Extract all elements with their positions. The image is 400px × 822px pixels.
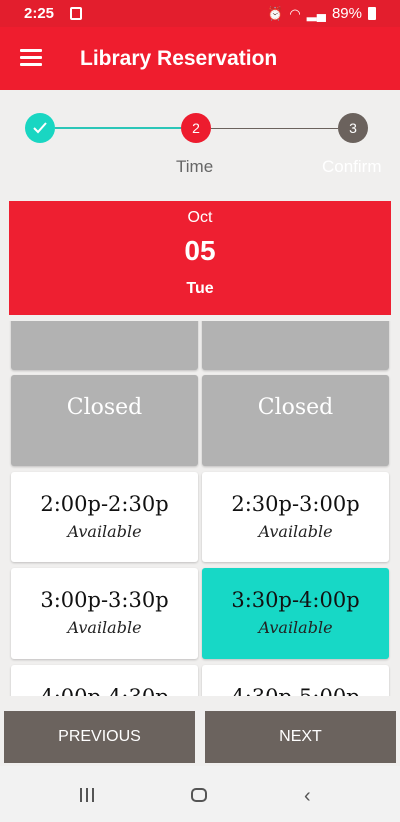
time-slot[interactable] [202, 321, 389, 370]
slot-status: Available [258, 522, 333, 541]
app-bar: Library Reservation [0, 27, 400, 90]
step-connector-1 [55, 127, 181, 129]
date-weekday: Tue [186, 280, 214, 297]
date-day: 05 [184, 235, 216, 266]
time-slot-available[interactable]: 2:00p-2:30p Available [11, 472, 198, 562]
step-3-pending[interactable]: 3 [338, 113, 368, 143]
time-slot-closed[interactable]: Closed [202, 375, 389, 466]
checkmark-icon [33, 122, 47, 134]
slot-time: 2:00p-2:30p [40, 492, 169, 516]
slot-status: Available [258, 618, 333, 637]
step-1-complete[interactable] [25, 113, 55, 143]
time-slot-available[interactable]: 4:00p-4:30p [11, 665, 198, 696]
slot-status: Available [67, 522, 142, 541]
previous-button[interactable]: PREVIOUS [4, 711, 195, 763]
time-slot-available[interactable]: 4:30p-5:00p [202, 665, 389, 696]
step-2-active[interactable]: 2 [181, 113, 211, 143]
slot-time: 4:30p-5:00p [202, 685, 389, 696]
date-header: Oct 05 Tue [9, 201, 391, 315]
time-slot[interactable] [11, 321, 198, 370]
system-navigation-bar: ‹ [0, 766, 400, 822]
hamburger-menu-icon[interactable] [20, 49, 42, 67]
time-slot-grid: Closed Closed 2:00p-2:30p Available 2:30… [0, 321, 400, 696]
recents-icon[interactable] [80, 788, 96, 802]
battery-icon [368, 7, 376, 20]
step-3-label: Confirm [322, 157, 382, 176]
step-connector-2 [211, 128, 338, 129]
bottom-action-bar: PREVIOUS NEXT [4, 711, 396, 763]
slot-time: 3:30p-4:00p [231, 588, 360, 612]
slot-time: Closed [257, 395, 334, 420]
back-icon[interactable]: ‹ [304, 785, 311, 808]
alarm-icon: ⏰ [267, 5, 284, 21]
home-icon[interactable] [191, 788, 207, 802]
slot-time: 2:30p-3:00p [231, 492, 360, 516]
slot-time: Closed [66, 395, 143, 420]
date-month: Oct [187, 209, 213, 226]
slot-time: 4:00p-4:30p [11, 685, 198, 696]
time-slot-closed[interactable]: Closed [11, 375, 198, 466]
status-icons: ⏰ ◠ ▂▄ 89% [267, 5, 376, 22]
battery-percent: 89% [331, 5, 362, 22]
wifi-icon: ◠ [289, 5, 301, 21]
slot-time: 3:00p-3:30p [40, 588, 169, 612]
status-time: 2:25 [24, 5, 55, 22]
signal-icon: ▂▄ [306, 5, 326, 21]
slot-status: Available [67, 618, 142, 637]
time-slot-selected[interactable]: 3:30p-4:00p Available [202, 568, 389, 659]
time-slot-available[interactable]: 2:30p-3:00p Available [202, 472, 389, 562]
notification-icon [70, 7, 82, 20]
status-bar: 2:25 ⏰ ◠ ▂▄ 89% [0, 0, 400, 27]
step-2-label: Time [176, 157, 214, 176]
next-button[interactable]: NEXT [205, 711, 396, 763]
progress-stepper: 2 3 Time Confirm [0, 90, 400, 195]
time-slot-available[interactable]: 3:00p-3:30p Available [11, 568, 198, 659]
page-title: Library Reservation [80, 47, 278, 70]
